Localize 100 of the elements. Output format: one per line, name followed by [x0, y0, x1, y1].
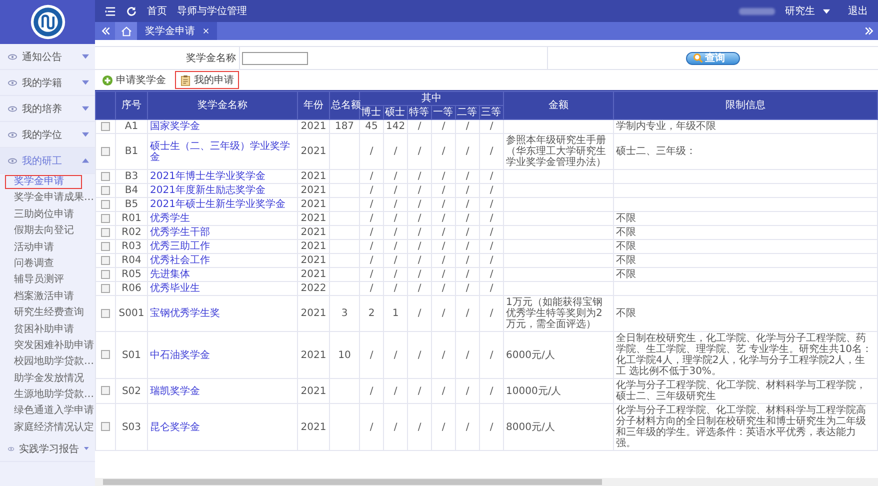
- table-cell: /: [360, 170, 384, 184]
- close-icon[interactable]: [203, 28, 209, 34]
- sidebar-item[interactable]: 生源地助学贷款…: [0, 387, 95, 404]
- table-cell: R04: [116, 254, 148, 268]
- table-cell: 2021: [298, 378, 330, 404]
- table-cell: /: [384, 170, 408, 184]
- table-cell: /: [432, 240, 456, 254]
- row-checkbox[interactable]: [101, 186, 110, 195]
- sidebar-group[interactable]: 通知公告: [0, 44, 95, 70]
- sidebar-item[interactable]: 假期去向登记: [0, 223, 95, 240]
- row-checkbox[interactable]: [101, 214, 110, 223]
- table-cell: /: [456, 404, 480, 450]
- table-cell: 全日制在校研究生，化工学院、化学与分子工程学院、药学院、生工学院、理学院、艺 专业学生。研究生共10名：化工学院4人，理学院2人，化学与分子工程学院2人，生工 选比例不低于30%。: [616, 333, 872, 377]
- table-cell: /: [480, 404, 504, 450]
- table-cell: /: [408, 184, 432, 198]
- eye-icon: [8, 132, 17, 138]
- table-cell: R01: [116, 212, 148, 226]
- sidebar-item[interactable]: 助学金发放情况: [0, 370, 95, 388]
- table-cell: /: [480, 296, 504, 332]
- table-cell: B5: [116, 198, 148, 212]
- refresh-icon[interactable]: [126, 6, 137, 16]
- sidebar-item[interactable]: 贫困补助申请: [0, 322, 95, 338]
- logout-link[interactable]: 退出: [848, 4, 868, 18]
- row-checkbox[interactable]: [101, 200, 110, 209]
- table-cell: 8000元/人: [506, 422, 555, 432]
- sidebar-item[interactable]: 家庭经济情况认定: [0, 420, 95, 436]
- table-cell: /: [384, 184, 408, 198]
- table-cell: /: [456, 268, 480, 282]
- table-cell: B1: [116, 134, 148, 170]
- table-cell: /: [456, 170, 480, 184]
- horizontal-scrollbar[interactable]: [95, 478, 878, 486]
- table-cell: 不限: [616, 308, 636, 319]
- sidebar-item[interactable]: 奖学金申请: [4, 174, 83, 190]
- table-cell: /: [432, 198, 456, 212]
- sidebar-item[interactable]: 突发困难补助申请: [0, 338, 95, 354]
- table-cell: 不限: [616, 269, 636, 280]
- row-checkbox[interactable]: [101, 146, 110, 156]
- table-cell: 1万元（如能获得宝钢优秀学生特等奖则为2万元，需全面评选）: [506, 297, 602, 330]
- row-checkbox[interactable]: [101, 256, 110, 265]
- toolbar-button[interactable]: 我的申请: [175, 71, 239, 89]
- table-cell: /: [480, 268, 504, 282]
- sidebar-group-label: 我的研工: [22, 154, 63, 168]
- sidebar-item[interactable]: 校园地助学贷款…: [0, 354, 95, 371]
- row-checkbox[interactable]: [101, 242, 110, 251]
- sidebar-item[interactable]: 问卷调查: [0, 256, 95, 272]
- toolbar-button[interactable]: 申请奖学金: [97, 71, 171, 89]
- table-cell: 142: [384, 120, 408, 134]
- sidebar-group-label: 我的培养: [22, 102, 63, 116]
- row-checkbox[interactable]: [101, 284, 110, 293]
- tab[interactable]: 奖学金申请: [137, 22, 217, 40]
- table-cell: /: [456, 296, 480, 332]
- row-checkbox[interactable]: [101, 122, 110, 131]
- row-checkbox[interactable]: [101, 422, 110, 432]
- sidebar-item[interactable]: 辅导员测评: [0, 272, 95, 289]
- column-header: 限制信息: [614, 92, 878, 120]
- table-cell: /: [432, 404, 456, 450]
- row-checkbox[interactable]: [101, 270, 110, 279]
- role-dropdown[interactable]: 研究生: [785, 4, 830, 18]
- table-cell: /: [384, 198, 408, 212]
- table-cell: /: [384, 134, 408, 170]
- nav-link[interactable]: 首页: [147, 4, 167, 18]
- sidebar-group-label: 实践学习报告: [19, 442, 80, 456]
- table-cell: S02: [116, 378, 148, 404]
- row-checkbox[interactable]: [101, 308, 110, 318]
- double-chevron-right-icon[interactable]: [864, 26, 874, 36]
- sidebar-group[interactable]: 我的学籍: [0, 70, 95, 96]
- sidebar-item[interactable]: 绿色通道入学申请: [0, 403, 95, 420]
- home-icon: [120, 26, 132, 36]
- sidebar-item[interactable]: 奖学金申请成果…: [0, 190, 95, 207]
- home-tab[interactable]: [115, 22, 137, 40]
- table-cell: 3: [341, 308, 348, 319]
- sidebar-item[interactable]: 研究生经费查询: [0, 305, 95, 322]
- table-cell: /: [456, 212, 480, 226]
- blurred-username: [739, 8, 775, 14]
- scholarship-name-field[interactable]: [242, 52, 308, 64]
- table-cell: 1: [384, 296, 408, 332]
- nav-link[interactable]: 导师与学位管理: [177, 4, 247, 18]
- sidebar-group[interactable]: 实践学习报告: [0, 436, 95, 462]
- sidebar-item[interactable]: 活动申请: [0, 240, 95, 256]
- double-chevron-left-icon[interactable]: [101, 26, 111, 36]
- table-cell: /: [456, 282, 480, 296]
- sidebar-item[interactable]: 档案激活申请: [0, 288, 95, 306]
- row-checkbox[interactable]: [101, 228, 110, 237]
- table-cell: /: [480, 170, 504, 184]
- eye-icon: [8, 54, 17, 60]
- row-checkbox[interactable]: [101, 386, 110, 396]
- sidebar-item[interactable]: 三助岗位申请: [0, 206, 95, 224]
- eye-icon: [8, 446, 14, 452]
- eye-icon: [8, 158, 17, 164]
- row-checkbox[interactable]: [101, 172, 110, 181]
- table-cell: 45: [360, 120, 384, 134]
- column-header: 总名额: [330, 92, 360, 120]
- table-cell: /: [384, 332, 408, 378]
- sidebar-group-label: 我的学位: [22, 128, 63, 142]
- table-cell: 187: [334, 121, 354, 132]
- menu-icon[interactable]: [105, 6, 116, 16]
- table-cell: 学制内专业，年级不限: [616, 121, 716, 132]
- table-cell: /: [384, 212, 408, 226]
- row-checkbox[interactable]: [101, 350, 110, 360]
- table-cell: /: [480, 198, 504, 212]
